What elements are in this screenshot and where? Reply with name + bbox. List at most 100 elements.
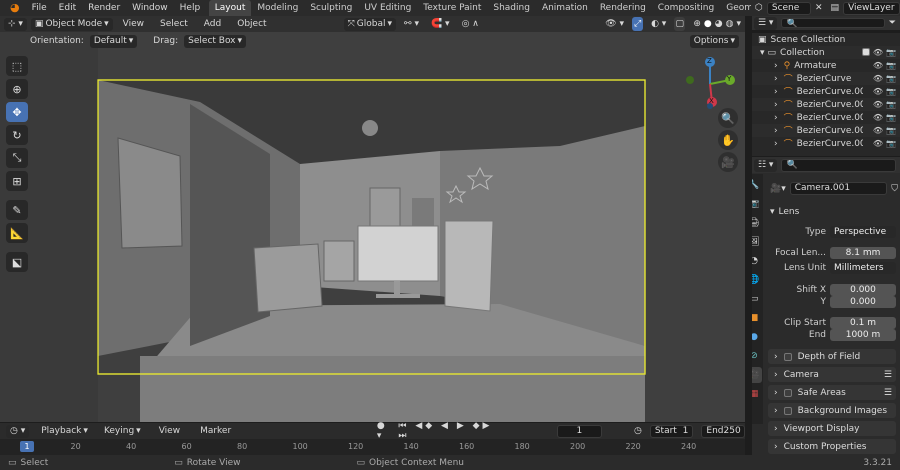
move-tool-icon[interactable]: ✥	[6, 102, 28, 122]
camera-render-icon[interactable]: 📷	[886, 139, 896, 148]
orientation-dropdown[interactable]: Default ▾	[89, 34, 138, 48]
outliner-editor-type-icon[interactable]: ☰ ▾	[754, 16, 778, 30]
eye-icon[interactable]: 👁	[873, 100, 883, 109]
drag-dropdown[interactable]: Select Box ▾	[184, 34, 247, 48]
close-icon[interactable]: ✕	[815, 3, 823, 13]
menu-render[interactable]: Render	[82, 0, 126, 16]
editor-type-icon[interactable]: ⊹ ▾	[4, 17, 27, 31]
area-divider[interactable]	[745, 16, 752, 455]
playback-controls[interactable]: ⏮ ◀◆ ◀ ▶ ◆▶ ⏭	[398, 421, 496, 441]
menu-view[interactable]: View	[117, 16, 150, 32]
transform-orientation-selector[interactable]: ⤧ Global ▾	[343, 17, 397, 31]
overlays-icon[interactable]: ◐ ▾	[647, 18, 670, 31]
background-images-checkbox[interactable]	[783, 406, 792, 415]
menu-file[interactable]: File	[26, 0, 53, 16]
type-dropdown[interactable]: Perspective	[830, 226, 896, 238]
expand-arrow-icon[interactable]: ›	[774, 100, 778, 110]
eye-icon[interactable]: 👁	[873, 126, 883, 135]
playhead-marker[interactable]: 1	[20, 441, 34, 452]
outliner-item[interactable]: › ⌒BezierCurve.002 👁📷	[752, 98, 900, 111]
shift-x-field[interactable]: 0.000	[830, 284, 896, 296]
end-frame-field[interactable]: End 250	[701, 424, 745, 438]
blender-logo-icon[interactable]: ◕	[4, 0, 26, 16]
transform-tool-icon[interactable]: ⊞	[6, 171, 28, 191]
expand-arrow-icon[interactable]: ›	[774, 87, 778, 97]
expand-arrow-icon[interactable]: ›	[774, 113, 778, 123]
tab-geometry-nodes[interactable]: Geometry Noc	[720, 0, 751, 16]
tab-texture-paint[interactable]: Texture Paint	[417, 0, 487, 16]
visibility-icon[interactable]: 👁 ▾	[601, 18, 628, 31]
custom-properties-panel[interactable]: › Custom Properties	[768, 439, 896, 454]
timeline-editor-type-icon[interactable]: ◷ ▾	[6, 424, 30, 438]
camera-name-field[interactable]: Camera.001	[789, 182, 888, 195]
camera-render-icon[interactable]: 📷	[886, 100, 896, 109]
expand-arrow-icon[interactable]: ▾	[760, 48, 765, 58]
outliner-item[interactable]: › ⌒BezierCurve.003 👁📷	[752, 111, 900, 125]
eye-icon[interactable]: 👁	[873, 61, 883, 70]
zoom-icon[interactable]: 🔍	[718, 108, 738, 128]
camera-render-icon[interactable]: 📷	[886, 126, 896, 135]
rendered-shading-icon[interactable]: ◍	[726, 19, 734, 29]
navigation-gizmo[interactable]: Z Y X	[682, 56, 738, 112]
shading-modes[interactable]: ⊕ ● ◕ ◍ ▾	[689, 18, 745, 31]
menu-help[interactable]: Help	[174, 0, 207, 16]
measure-tool-icon[interactable]: 📐	[6, 223, 28, 243]
lens-unit-dropdown[interactable]: Millimeters	[830, 262, 896, 274]
annotate-tool-icon[interactable]: ✎	[6, 200, 28, 220]
shift-y-field[interactable]: 0.000	[830, 296, 896, 308]
outliner-item[interactable]: › ⚲ Armature 👁 📷	[752, 59, 900, 72]
menu-add[interactable]: Add	[198, 16, 227, 32]
solid-shading-icon[interactable]: ●	[704, 19, 712, 29]
wireframe-shading-icon[interactable]: ⊕	[693, 19, 701, 29]
safe-areas-checkbox[interactable]	[783, 388, 792, 397]
clip-end-field[interactable]: 1000 m	[830, 329, 896, 341]
focal-length-field[interactable]: 8.1 mm	[830, 247, 896, 259]
pivot-icon[interactable]: ⚯ ▾	[400, 18, 423, 31]
playback-menu[interactable]: Playback ▾	[37, 425, 92, 438]
depth-of-field-panel[interactable]: › Depth of Field	[768, 349, 896, 364]
tab-modeling[interactable]: Modeling	[251, 0, 304, 16]
outliner-item[interactable]: › ⌒ BezierCurve 👁 📷	[752, 72, 900, 85]
eye-icon[interactable]: 👁	[873, 113, 883, 122]
menu-window[interactable]: Window	[126, 0, 174, 16]
current-frame-field[interactable]: 1	[556, 424, 603, 438]
dof-checkbox[interactable]	[783, 352, 792, 361]
background-images-panel[interactable]: › Background Images	[768, 403, 896, 418]
properties-search[interactable]: 🔍	[781, 158, 896, 172]
outliner-search[interactable]: 🔍	[781, 18, 885, 28]
tab-sculpting[interactable]: Sculpting	[304, 0, 358, 16]
proportional-edit-icon[interactable]: ◎ ∧	[458, 18, 483, 31]
expand-arrow-icon[interactable]: ›	[774, 139, 778, 149]
timeline-marker-menu[interactable]: Marker	[194, 423, 237, 439]
eye-icon[interactable]: 👁	[873, 74, 883, 83]
keying-menu[interactable]: Keying ▾	[100, 425, 145, 438]
start-frame-field[interactable]: Start 1	[649, 424, 694, 438]
safe-areas-panel[interactable]: › Safe Areas ☰	[768, 385, 896, 400]
gizmo-toggle-icon[interactable]: ⤢	[632, 17, 644, 31]
outliner-collection[interactable]: ▾ ▭ Collection 👁 📷	[752, 46, 900, 59]
pan-hand-icon[interactable]: ✋	[718, 130, 738, 150]
filter-icon[interactable]: ⏷	[889, 18, 896, 28]
scale-tool-icon[interactable]: ⤡	[6, 148, 28, 168]
menu-edit[interactable]: Edit	[53, 0, 82, 16]
list-icon[interactable]: ☰	[884, 370, 892, 380]
tab-compositing[interactable]: Compositing	[652, 0, 720, 16]
eye-icon[interactable]: 👁	[873, 87, 883, 96]
eye-icon[interactable]: 👁	[873, 139, 883, 148]
snap-icon[interactable]: 🧲 ▾	[427, 18, 454, 31]
outliner-item[interactable]: › ⌒BezierCurve.001 👁📷	[752, 85, 900, 99]
camera-panel[interactable]: › Camera ☰	[768, 367, 896, 382]
tab-layout[interactable]: Layout	[208, 0, 252, 16]
lens-panel-header[interactable]: ▾ Lens	[770, 205, 898, 219]
outliner-item[interactable]: › ⌒BezierCurve.004 👁📷	[752, 124, 900, 137]
camera-render-icon[interactable]: 📷	[886, 48, 896, 57]
outliner-item[interactable]: › ⌒BezierCurve.005 👁📷	[752, 137, 900, 151]
xray-icon[interactable]: ▢	[674, 17, 686, 31]
material-shading-icon[interactable]: ◕	[715, 19, 723, 29]
camera-view-icon[interactable]: 🎥	[718, 152, 738, 172]
record-icon[interactable]: ● ▾	[377, 421, 390, 441]
camera-render-icon[interactable]: 📷	[886, 87, 896, 96]
scene-selector[interactable]: Scene	[766, 1, 811, 15]
view-layer-selector[interactable]: ViewLayer	[843, 1, 900, 15]
menu-object[interactable]: Object	[231, 16, 272, 32]
